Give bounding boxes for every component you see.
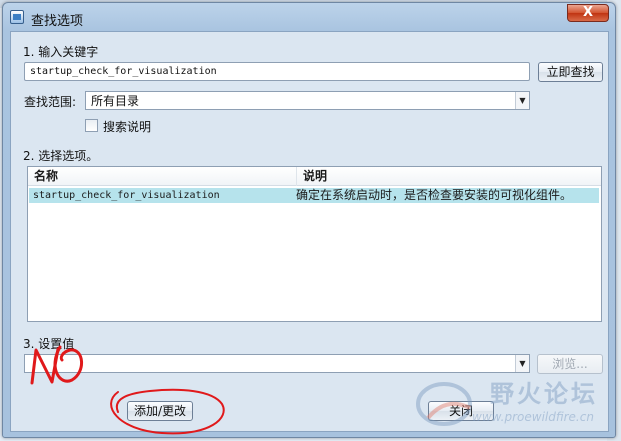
search-description-label: 搜索说明 — [103, 120, 152, 134]
step1-label: 1. 输入关键字 — [23, 45, 99, 59]
value-combobox[interactable]: ▼ — [24, 354, 530, 373]
option-name-cell: startup_check_for_visualization — [33, 190, 220, 201]
title-bar[interactable]: 查找选项 X — [3, 3, 615, 31]
find-options-dialog: 查找选项 X 1. 输入关键字 startup_check_for_visual… — [2, 2, 616, 438]
watermark: 野火论坛 www.proewildfire.cn — [412, 374, 612, 434]
option-description-cell: 确定在系统启动时，是否检查要安装的可视化组件。 — [296, 188, 573, 202]
chevron-down-icon[interactable]: ▼ — [515, 355, 529, 372]
window-title: 查找选项 — [31, 14, 84, 29]
keyword-input[interactable]: startup_check_for_visualization — [24, 62, 530, 81]
browse-button[interactable]: 浏览... — [537, 354, 603, 374]
search-description-checkbox[interactable] — [85, 119, 98, 132]
app-icon — [10, 10, 24, 24]
scope-selected-value: 所有目录 — [91, 94, 140, 108]
watermark-logo-icon — [416, 382, 472, 426]
listview-header: 名称 说明 — [28, 167, 601, 186]
step2-label: 2. 选择选项。 — [23, 149, 99, 163]
window-close-button[interactable]: X — [567, 4, 609, 22]
chevron-down-icon[interactable]: ▼ — [515, 92, 529, 109]
watermark-site-name: 野火论坛 — [490, 380, 598, 408]
find-now-button[interactable]: 立即查找 — [538, 62, 603, 82]
column-header-description[interactable]: 说明 — [296, 167, 601, 186]
step3-label: 3. 设置值 — [23, 337, 75, 351]
dialog-client-area: 1. 输入关键字 startup_check_for_visualization… — [10, 31, 609, 432]
scope-label: 查找范围: — [24, 95, 77, 109]
scope-select[interactable]: 所有目录 ▼ — [85, 91, 530, 110]
column-header-name[interactable]: 名称 — [28, 167, 296, 186]
options-listview[interactable]: 名称 说明 startup_check_for_visualization 确定… — [27, 166, 602, 322]
add-change-button[interactable]: 添加/更改 — [127, 401, 193, 421]
watermark-url: www.proewildfire.cn — [472, 410, 594, 424]
table-row[interactable]: startup_check_for_visualization 确定在系统启动时… — [29, 188, 599, 203]
